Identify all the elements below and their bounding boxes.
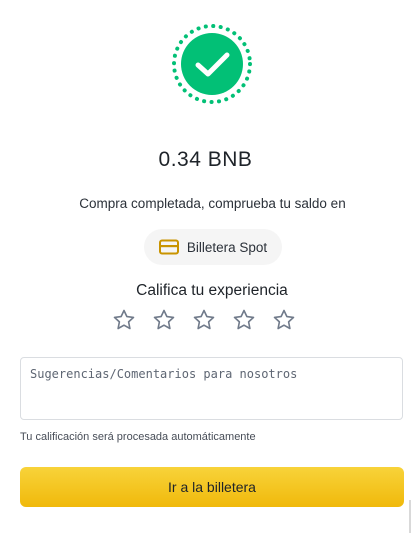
star-icon[interactable]	[272, 308, 296, 332]
rating-note: Tu calificación será procesada automátic…	[20, 431, 256, 443]
completion-message: Compra completada, comprueba tu saldo en	[79, 196, 346, 211]
star-icon[interactable]	[232, 308, 256, 332]
spot-wallet-label: Billetera Spot	[186, 239, 268, 255]
feedback-input[interactable]	[20, 357, 403, 420]
spot-wallet-link[interactable]: Billetera Spot	[144, 229, 282, 265]
wallet-icon	[158, 239, 179, 255]
purchase-amount: 0.34 BNB	[158, 148, 253, 171]
star-icon[interactable]	[152, 308, 176, 332]
star-icon[interactable]	[112, 308, 136, 332]
go-to-wallet-button[interactable]: Ir a la billetera	[20, 467, 404, 507]
rating-title: Califica tu experiencia	[136, 282, 288, 299]
rating-stars	[112, 308, 296, 334]
success-check-icon	[172, 24, 252, 104]
star-icon[interactable]	[192, 308, 216, 332]
